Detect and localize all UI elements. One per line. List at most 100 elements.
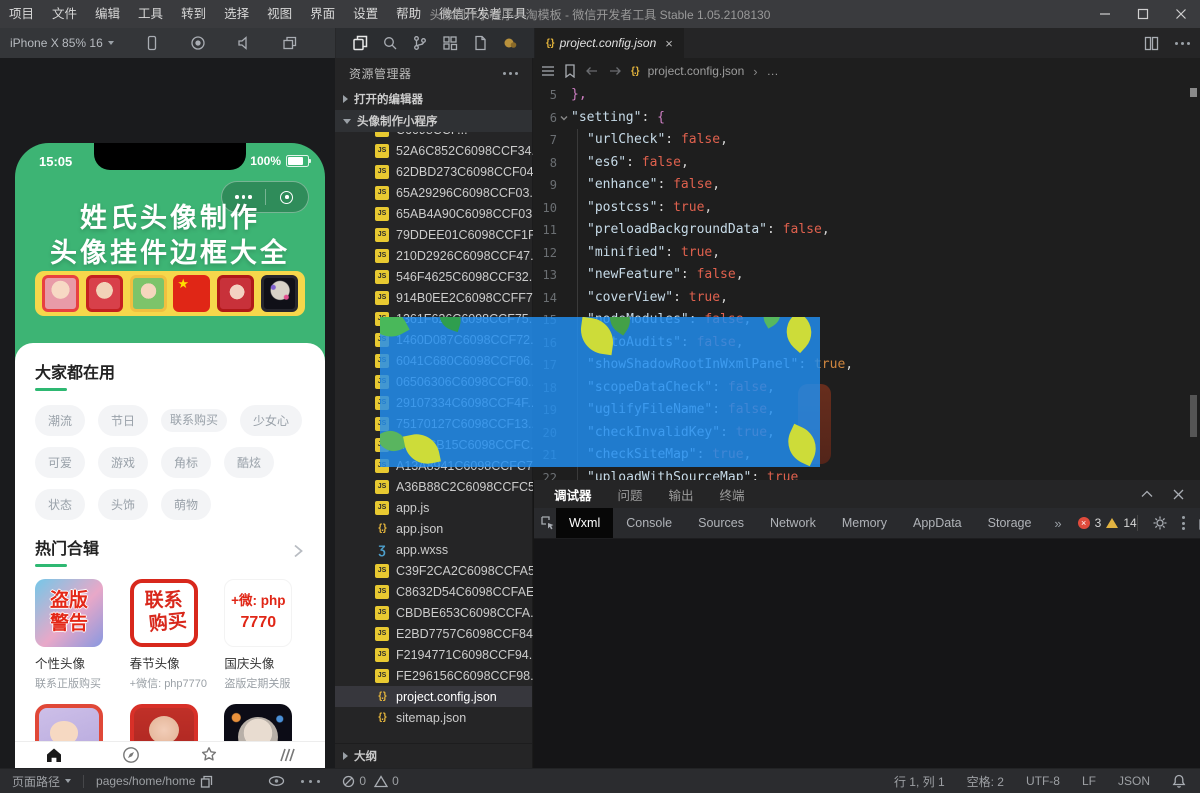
problems-indicator[interactable]: 0 0 (342, 774, 399, 788)
breadcrumb-file[interactable]: project.config.json (648, 64, 745, 78)
code-line[interactable]: 8 "es6": false, (533, 152, 1200, 175)
inspect-element-icon[interactable] (540, 508, 556, 538)
debugger-tab[interactable]: 终端 (720, 485, 745, 504)
collection-card[interactable]: 联系 购买 春节头像 +微信: php7770 (129, 579, 211, 691)
file-row[interactable]: A36B88C2C6098CCFC5... (335, 476, 545, 497)
project-root-section[interactable]: 头像制作小程序 (335, 110, 532, 132)
menubar-item[interactable]: 界面 (301, 0, 344, 28)
code-line[interactable]: 11 "preloadBackgroundData": false, (533, 219, 1200, 242)
devtools-tab[interactable]: AppData (900, 508, 975, 538)
debugger-tab[interactable]: 问题 (618, 485, 643, 504)
editor-scrollbar[interactable] (1190, 395, 1197, 437)
code-line[interactable]: 22 "uploadWithSourceMap": true (533, 467, 1200, 481)
file-row[interactable]: app.js (335, 497, 532, 518)
device-selector[interactable]: iPhone X 85% 16 (10, 36, 114, 50)
back-arrow-icon[interactable] (585, 65, 599, 77)
code-line[interactable]: 10 "postcss": true, (533, 197, 1200, 220)
new-file-icon[interactable] (352, 35, 368, 51)
devtools-tab[interactable]: Network (757, 508, 829, 538)
menubar-item[interactable]: 视图 (258, 0, 301, 28)
devtools-tab[interactable]: Memory (829, 508, 900, 538)
breadcrumb-more[interactable]: … (767, 64, 779, 78)
devtools-tab[interactable]: Storage (975, 508, 1045, 538)
outline-section[interactable]: 大纲 (335, 743, 532, 768)
record-icon[interactable] (190, 35, 206, 51)
file-row[interactable]: app.wxss (335, 539, 532, 560)
file-icon[interactable] (472, 35, 488, 51)
coverview-ad-overlay[interactable] (380, 317, 820, 467)
debugger-tab[interactable]: 调试器 (554, 485, 592, 504)
category-tag[interactable]: 潮流 (35, 405, 86, 436)
encoding[interactable]: UTF-8 (1026, 774, 1060, 788)
menubar-item[interactable]: 设置 (344, 0, 387, 28)
search-icon[interactable] (382, 35, 398, 51)
tab-project-config-json[interactable]: {.} project.config.json × (535, 28, 684, 58)
multi-window-icon[interactable] (282, 35, 298, 51)
eol-setting[interactable]: LF (1082, 774, 1096, 788)
devtools-tab[interactable]: Sources (685, 508, 757, 538)
bell-icon[interactable] (1172, 774, 1186, 789)
extensions-icon[interactable] (442, 35, 458, 51)
editor-more-actions-icon[interactable] (1175, 41, 1190, 45)
file-row[interactable]: 62DBD273C6098CCF04... (335, 161, 544, 182)
page-path-value[interactable]: pages/home/home (96, 774, 213, 788)
devtools-menu-icon[interactable] (1181, 516, 1185, 530)
forward-arrow-icon[interactable] (608, 65, 622, 77)
category-tag[interactable]: 节日 (98, 405, 149, 436)
gear-icon[interactable] (1152, 515, 1168, 531)
indent-setting[interactable]: 空格: 2 (967, 773, 1004, 790)
phone-mode-icon[interactable] (144, 35, 160, 51)
maximize-button[interactable] (1124, 0, 1162, 28)
menubar-item[interactable]: 帮助 (387, 0, 430, 28)
code-line[interactable]: 5}, (533, 84, 1200, 107)
minimize-button[interactable] (1086, 0, 1124, 28)
menubar-item[interactable]: 工具 (129, 0, 172, 28)
code-line[interactable]: 9 "enhance": false, (533, 174, 1200, 197)
menubar-item[interactable]: 文件 (43, 0, 86, 28)
devtools-tab[interactable]: Console (613, 508, 685, 538)
file-row[interactable]: app.json (335, 518, 532, 539)
wechat-logo-icon[interactable] (502, 35, 518, 51)
file-row[interactable]: 65AB4A90C6098CCF03... (335, 203, 543, 224)
file-row[interactable]: sitemap.json (335, 707, 532, 728)
page-path-selector[interactable]: 页面路径 (12, 773, 72, 790)
capsule-more-button[interactable] (222, 195, 265, 199)
file-row[interactable]: E2BD7757C6098CCF84... (335, 623, 543, 644)
file-row[interactable]: 210D2926C6098CCF47... (335, 245, 541, 266)
menubar-item[interactable]: 项目 (0, 0, 43, 28)
menubar-item[interactable]: 选择 (215, 0, 258, 28)
code-line[interactable]: 7 "urlCheck": false, (533, 129, 1200, 152)
file-row[interactable]: C39F2CA2C6098CCFA5... (335, 560, 545, 581)
split-editor-icon[interactable] (1144, 36, 1159, 51)
file-row[interactable]: 52A6C852C6098CCF34... (335, 140, 542, 161)
collection-card[interactable]: +微: php 7770 国庆头像 盗版定期关服 (224, 579, 305, 691)
code-line[interactable]: 14 "coverView": true, (533, 287, 1200, 310)
category-tag[interactable]: 可爱 (35, 447, 86, 478)
collection-card[interactable]: 盗版 警告 个性头像 联系正版购买 (35, 579, 116, 691)
file-row[interactable]: 914B0EE2C6098CCFF7... (335, 287, 543, 308)
chevron-right-icon[interactable] (291, 543, 305, 559)
menubar-item[interactable]: 编辑 (86, 0, 129, 28)
category-tag[interactable]: 联系购买 (161, 409, 228, 432)
category-tag[interactable]: 萌物 (161, 489, 212, 520)
category-tag[interactable]: 少女心 (240, 405, 303, 436)
category-tag[interactable]: 角标 (161, 447, 212, 478)
git-branch-icon[interactable] (412, 35, 428, 51)
code-line[interactable]: 12 "minified": true, (533, 242, 1200, 265)
statusbar-more-icon[interactable] (301, 779, 321, 783)
file-row[interactable]: F2194771C6098CCF94... (335, 644, 539, 665)
file-row[interactable]: 546F4625C6098CCF32... (335, 266, 539, 287)
menubar-item[interactable]: 转到 (172, 0, 215, 28)
file-row[interactable]: C8632D54C6098CCFAE... (335, 581, 545, 602)
close-button[interactable] (1162, 0, 1200, 28)
console-badges[interactable]: × 3 14 (1077, 516, 1137, 530)
more-tabs-icon[interactable] (1044, 516, 1071, 531)
code-line[interactable]: 6 "setting": { (533, 107, 1200, 130)
language-mode[interactable]: JSON (1118, 774, 1150, 788)
bookmark-icon[interactable] (564, 64, 576, 78)
category-tag[interactable]: 游戏 (98, 447, 149, 478)
category-tag[interactable]: 酷炫 (224, 447, 275, 478)
open-editors-section[interactable]: 打开的编辑器 (335, 88, 532, 110)
preview-eye-icon[interactable] (268, 775, 285, 787)
category-tag[interactable]: 头饰 (98, 489, 149, 520)
